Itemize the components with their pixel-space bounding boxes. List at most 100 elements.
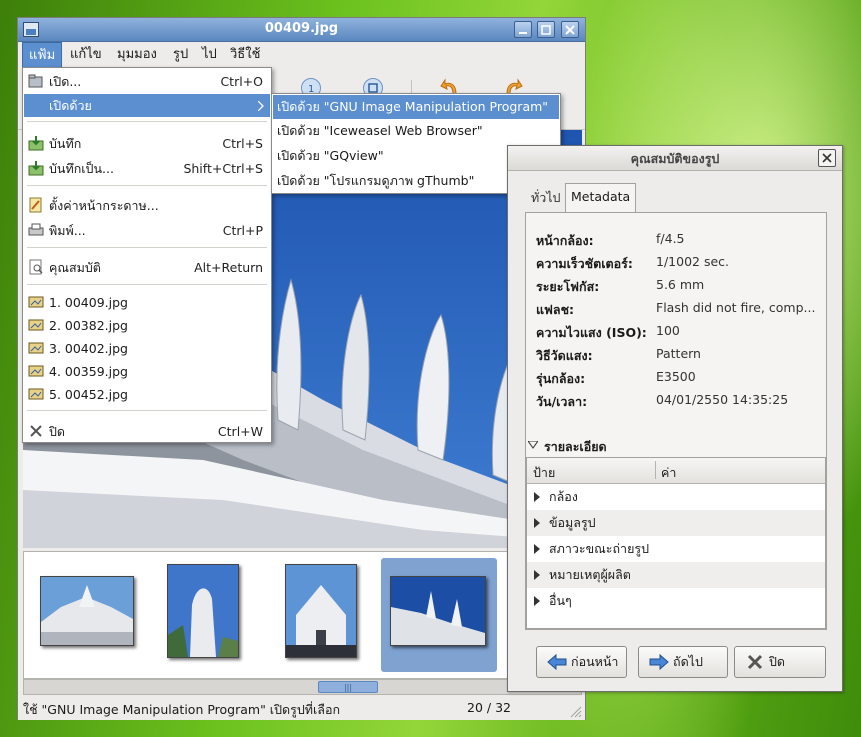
column-divider (655, 461, 656, 479)
thumbnail-2[interactable] (167, 564, 239, 658)
meta-value: f/4.5 (656, 231, 685, 246)
menu-separator (27, 185, 267, 186)
close-dialog-button[interactable]: ปิด (734, 646, 826, 678)
menu-separator (27, 121, 267, 122)
open-with-gimp[interactable]: เปิดด้วย "GNU Image Manipulation Program… (273, 95, 559, 119)
menu-item-print[interactable]: พิมพ์... Ctrl+P (24, 219, 270, 242)
image-file-icon (28, 296, 44, 308)
recent-file-3[interactable]: 3. 00402.jpg (24, 337, 270, 360)
meta-value: Flash did not fire, comp... (656, 300, 816, 315)
menu-file[interactable]: แฟ้ม (22, 42, 63, 68)
meta-value: Pattern (656, 346, 701, 361)
menu-item-label: คุณสมบัติ (49, 260, 101, 275)
image-file-icon (28, 319, 44, 331)
close-window-button[interactable] (561, 21, 579, 38)
tree-row-image-info[interactable]: ข้อมูลรูป (527, 510, 825, 536)
open-with-iceweasel[interactable]: เปิดด้วย "Iceweasel Web Browser" (273, 119, 559, 143)
resize-grip[interactable] (568, 704, 582, 718)
details-label: รายละเอียด (544, 439, 607, 454)
menu-item-properties[interactable]: คุณสมบัติ Alt+Return (24, 256, 270, 279)
tree-row-maker-note[interactable]: หมายเหตุผู้ผลิต (527, 562, 825, 588)
expander-down-icon (528, 441, 538, 449)
menu-item-close[interactable]: ปิด Ctrl+W (24, 420, 270, 443)
menu-item-open[interactable]: เปิด... Ctrl+O (24, 70, 270, 93)
metadata-tree: ป้าย ค่า กล้อง ข้อมูลรูป สภาวะขณะถ่ายรูป… (526, 457, 826, 629)
close-icon (565, 25, 575, 35)
thumbnail-1[interactable] (40, 576, 134, 646)
tree-row-label: อื่นๆ (549, 593, 572, 608)
menu-item-accel: Ctrl+O (220, 74, 263, 89)
recent-file-1[interactable]: 1. 00409.jpg (24, 291, 270, 314)
details-expander[interactable]: รายละเอียด (528, 437, 607, 457)
expander-right-icon (534, 518, 540, 528)
image-file-icon (28, 388, 44, 400)
save-icon (28, 136, 44, 151)
recent-file-2[interactable]: 2. 00382.jpg (24, 314, 270, 337)
meta-value: E3500 (656, 369, 696, 384)
menu-go[interactable]: ไป (196, 42, 223, 68)
menu-item-label: 3. 00402.jpg (49, 341, 128, 356)
close-label: ปิด (769, 654, 786, 669)
tab-metadata[interactable]: Metadata (565, 183, 637, 213)
close-icon (30, 425, 42, 437)
thumbnail-image (41, 577, 133, 645)
properties-icon (29, 259, 43, 275)
resize-grip-icon (570, 706, 582, 718)
thumbnail-image (168, 565, 238, 657)
dialog-close-button[interactable] (818, 149, 836, 167)
menu-item-accel: Ctrl+W (217, 424, 263, 439)
statusbar: ใช้ "GNU Image Manipulation Program" เปิ… (18, 696, 585, 720)
thumbnail-4-selected[interactable] (390, 576, 486, 646)
page-setup-icon (29, 197, 42, 213)
tree-row-camera[interactable]: กล้อง (527, 484, 825, 510)
column-value[interactable]: ค่า (661, 463, 676, 483)
thumbnail-image (286, 565, 356, 657)
thumbnail-strip (23, 551, 582, 679)
maximize-icon (541, 25, 551, 35)
menu-edit[interactable]: แก้ไข (64, 42, 108, 68)
scrollbar-thumb[interactable]: ||| (318, 681, 378, 693)
tab-general[interactable]: ทั่วไป (526, 185, 565, 212)
meta-focal-length: ระยะโฟกัส: 5.6 mm (536, 277, 826, 299)
tree-row-capture-conditions[interactable]: สภาวะขณะถ่ายรูป (527, 536, 825, 562)
close-icon (822, 153, 832, 163)
meta-key: ความเร็วชัตเตอร์: (536, 256, 633, 271)
menu-item-save[interactable]: บันทึก Ctrl+S (24, 132, 270, 155)
maximize-button[interactable] (537, 21, 555, 38)
previous-button[interactable]: ก่อนหน้า (536, 646, 627, 678)
meta-shutter: ความเร็วชัตเตอร์: 1/1002 sec. (536, 254, 826, 276)
menu-item-save-as[interactable]: บันทึกเป็น... Shift+Ctrl+S (24, 157, 270, 180)
column-label[interactable]: ป้าย (533, 463, 555, 483)
thumbnail-scrollbar[interactable]: ||| (23, 679, 582, 695)
menubar: แฟ้ม แก้ไข มุมมอง รูป ไป วิธีใช้ (18, 42, 585, 68)
image-file-icon (28, 342, 44, 354)
meta-key: รุ่นกล้อง: (536, 371, 586, 386)
expander-right-icon (534, 570, 540, 580)
menu-item-accel: Shift+Ctrl+S (183, 161, 263, 176)
meta-value: 04/01/2550 14:35:25 (656, 392, 789, 407)
image-properties-dialog: คุณสมบัติของรูป ทั่วไป Metadata หน้ากล้อ… (507, 145, 843, 692)
menu-separator (27, 284, 267, 285)
menu-image[interactable]: รูป (167, 42, 194, 68)
close-icon (747, 654, 763, 670)
menu-item-label: 1. 00409.jpg (49, 295, 128, 310)
menu-item-page-setup[interactable]: ตั้งค่าหน้ากระดาษ... (24, 194, 270, 217)
next-button[interactable]: ถัดไป (638, 646, 728, 678)
recent-file-5[interactable]: 5. 00452.jpg (24, 383, 270, 406)
menu-view[interactable]: มุมมอง (111, 42, 163, 68)
window-title: 00409.jpg (264, 21, 339, 36)
dialog-title: คุณสมบัติของรูป (508, 146, 842, 171)
menu-item-open-with[interactable]: เปิดด้วย (24, 94, 270, 117)
submenu-arrow-icon (258, 101, 264, 111)
tree-row-other[interactable]: อื่นๆ (527, 588, 825, 614)
menu-help[interactable]: วิธีใช้ (224, 42, 266, 68)
tree-row-label: สภาวะขณะถ่ายรูป (549, 541, 650, 556)
menu-item-accel: Ctrl+S (222, 136, 263, 151)
thumbnail-3[interactable] (285, 564, 357, 658)
recent-file-4[interactable]: 4. 00359.jpg (24, 360, 270, 383)
minimize-button[interactable] (514, 21, 532, 38)
window-titlebar[interactable]: 00409.jpg (18, 18, 585, 42)
meta-key: ระยะโฟกัส: (536, 279, 600, 294)
tree-row-label: ข้อมูลรูป (549, 515, 596, 530)
menu-item-label: 4. 00359.jpg (49, 364, 128, 379)
